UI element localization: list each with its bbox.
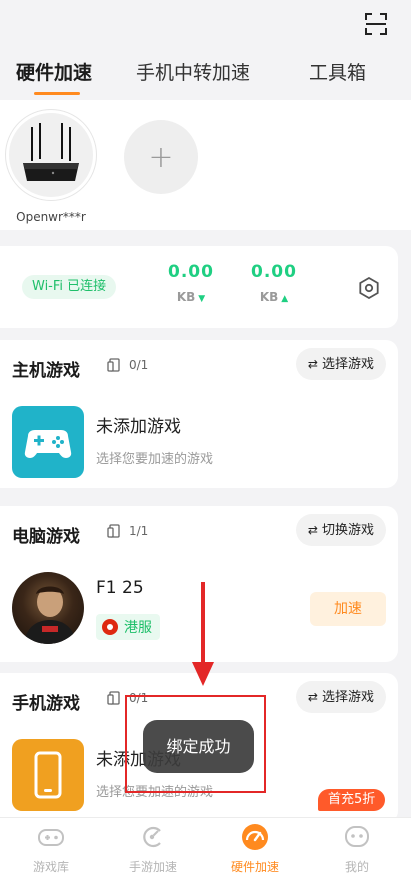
select-mobile-game-button[interactable]: ⇄ 选择游戏 (295, 681, 386, 713)
pc-games-count: 1/1 (107, 524, 148, 538)
console-empty-title: 未添加游戏 (96, 417, 181, 437)
game-title: F1 25 (96, 578, 144, 598)
device-strip: Openwr***r + (0, 100, 411, 230)
nav-mobile-boost[interactable]: 手游加速 (102, 822, 204, 875)
speedometer-icon (242, 824, 268, 850)
gamepad-icon (38, 829, 64, 846)
tab-phone-relay-boost[interactable]: 手机中转加速 (136, 58, 250, 85)
mobile-games-title: 手机游戏 (12, 694, 80, 714)
router-icon (23, 123, 79, 181)
console-games-card: 主机游戏 0/1 ⇄ 选择游戏 未添加游戏 选择您要加速的游戏 (0, 340, 398, 488)
slot-count-icon (107, 691, 120, 705)
mobile-boost-icon (143, 826, 161, 848)
router-device[interactable] (6, 110, 96, 200)
phone-icon (12, 739, 84, 811)
nav-game-library[interactable]: 游戏库 (0, 822, 102, 875)
slot-count-icon (107, 358, 120, 372)
console-games-title: 主机游戏 (12, 361, 80, 381)
swap-icon: ⇄ (307, 357, 318, 371)
highlight-box (125, 695, 266, 793)
profile-icon (345, 826, 369, 847)
console-empty-subtitle: 选择您要加速的游戏 (96, 452, 214, 467)
top-tabs: 硬件加速 手机中转加速 工具箱 (0, 58, 411, 98)
accelerate-button[interactable]: 加速 (310, 592, 386, 626)
settings-icon[interactable] (358, 277, 380, 299)
bottom-navigation: 游戏库 手游加速 硬件加速 我的 (0, 817, 411, 883)
hong-kong-flag-icon (102, 619, 118, 635)
nav-profile[interactable]: 我的 (306, 822, 408, 875)
upload-speed-value: 0.00 (251, 262, 297, 282)
slot-count-icon (107, 524, 120, 538)
tab-toolbox[interactable]: 工具箱 (309, 58, 366, 85)
first-recharge-promo-badge[interactable]: 首充5折 (318, 789, 386, 811)
swap-icon: ⇄ (307, 690, 318, 704)
tab-active-indicator (34, 92, 80, 95)
game-cover-image[interactable] (12, 572, 84, 644)
region-tag[interactable]: 港服 (96, 614, 160, 640)
red-arrow-icon (192, 582, 214, 686)
device-name: Openwr***r (16, 210, 86, 224)
download-arrow-icon: ▼ (198, 294, 206, 304)
scan-icon[interactable] (365, 13, 387, 35)
download-speed-unit: KB (176, 290, 196, 304)
upload-arrow-icon: ▲ (281, 294, 289, 304)
wifi-status-badge: Wi-Fi 已连接 (22, 275, 117, 299)
add-device-button[interactable]: + (124, 120, 198, 194)
upload-speed-unit: KB (259, 290, 279, 304)
controller-icon (12, 406, 84, 478)
download-speed-value: 0.00 (168, 262, 214, 282)
swap-icon: ⇄ (307, 523, 318, 537)
nav-hardware-boost[interactable]: 硬件加速 (204, 822, 306, 875)
top-bar (0, 0, 411, 52)
pc-games-title: 电脑游戏 (12, 527, 80, 547)
download-speed: 0.00 KB ▼ (166, 262, 216, 304)
select-console-game-button[interactable]: ⇄ 选择游戏 (295, 348, 386, 380)
console-games-count: 0/1 (107, 358, 148, 372)
switch-pc-game-button[interactable]: ⇄ 切换游戏 (295, 514, 386, 546)
upload-speed: 0.00 KB ▲ (249, 262, 299, 304)
wifi-status-card: Wi-Fi 已连接 0.00 KB ▼ 0.00 KB ▲ (0, 246, 398, 328)
tab-hardware-boost[interactable]: 硬件加速 (16, 58, 92, 85)
